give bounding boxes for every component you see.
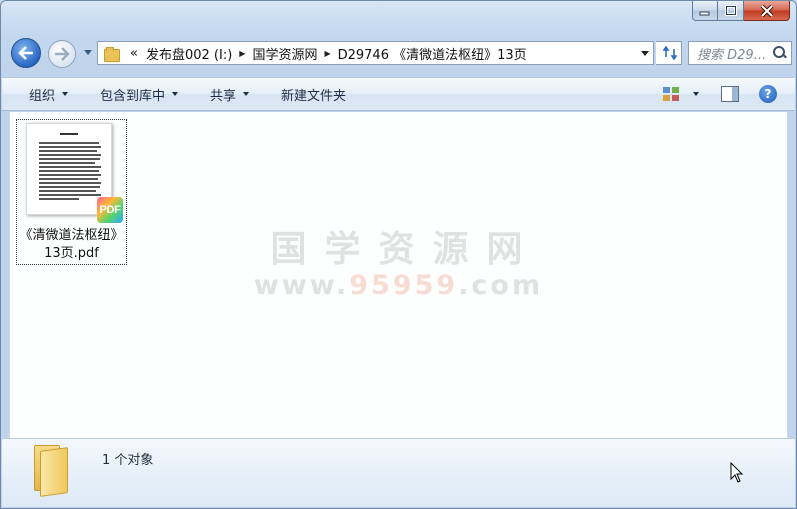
explorer-window: « 发布盘002 (I:) ▶ 国学资源网 ▶ D29746 《清微道法枢纽》1… xyxy=(0,0,797,509)
maximize-icon xyxy=(724,5,737,16)
chevron-down-icon xyxy=(693,92,699,96)
back-arrow-icon xyxy=(18,46,33,60)
search-input[interactable]: 搜索 D29... xyxy=(688,41,792,65)
include-in-library-menu[interactable]: 包含到库中 xyxy=(90,78,188,110)
details-pane: 1 个对象 xyxy=(2,438,795,507)
folder-icon xyxy=(104,46,120,62)
pdf-file-icon: PDF xyxy=(97,197,123,223)
organize-label: 组织 xyxy=(29,88,56,104)
item-count-status: 1 个对象 xyxy=(102,453,154,468)
breadcrumb-drive[interactable]: 发布盘002 (I:) xyxy=(142,44,236,63)
organize-menu[interactable]: 组织 xyxy=(2,78,78,110)
file-item[interactable]: PDF 《清微道法枢纽》13页.pdf xyxy=(16,119,127,265)
maximize-button[interactable] xyxy=(718,1,744,21)
mouse-cursor-icon xyxy=(730,462,744,483)
breadcrumb-overflow[interactable]: « xyxy=(126,46,142,61)
new-folder-label: 新建文件夹 xyxy=(281,88,347,104)
minimize-icon xyxy=(699,11,710,15)
recent-pages-dropdown[interactable] xyxy=(84,50,92,55)
folder-icon xyxy=(34,445,72,497)
file-name[interactable]: 《清微道法枢纽》13页.pdf xyxy=(17,227,126,263)
preview-pane-button[interactable] xyxy=(711,78,749,110)
address-bar[interactable]: « 发布盘002 (I:) ▶ 国学资源网 ▶ D29746 《清微道法枢纽》1… xyxy=(97,41,654,65)
chevron-down-icon xyxy=(243,92,250,96)
preview-pane-icon xyxy=(721,86,739,102)
share-menu[interactable]: 共享 xyxy=(200,78,259,110)
back-button[interactable] xyxy=(11,38,41,68)
include-in-library-label: 包含到库中 xyxy=(100,88,166,104)
chevron-down-icon xyxy=(641,50,649,56)
new-folder-button[interactable]: 新建文件夹 xyxy=(271,78,356,110)
help-button[interactable]: ? xyxy=(749,78,795,110)
search-icon xyxy=(773,46,787,60)
chevron-right-icon[interactable]: ▶ xyxy=(321,49,333,58)
chevron-down-icon xyxy=(62,92,69,96)
caption-buttons xyxy=(692,1,790,21)
change-view-button[interactable] xyxy=(636,78,689,110)
view-options-dropdown[interactable] xyxy=(689,78,711,110)
address-history-dropdown[interactable] xyxy=(637,42,653,64)
close-icon xyxy=(760,4,773,17)
refresh-icon xyxy=(662,46,677,60)
navigation-row: « 发布盘002 (I:) ▶ 国学资源网 ▶ D29746 《清微道法枢纽》1… xyxy=(11,38,792,70)
breadcrumb-current[interactable]: D29746 《清微道法枢纽》13页 xyxy=(334,44,531,63)
forward-button[interactable] xyxy=(48,40,76,68)
close-button[interactable] xyxy=(744,1,790,21)
minimize-button[interactable] xyxy=(692,1,718,21)
help-icon: ? xyxy=(759,85,777,103)
file-list-area[interactable]: 国学资源网 www.95959.com PDF 《清微道法枢纽》13页.pdf xyxy=(9,112,788,438)
forward-arrow-icon xyxy=(55,47,70,61)
share-label: 共享 xyxy=(210,88,237,104)
chevron-right-icon[interactable]: ▶ xyxy=(236,49,248,58)
search-placeholder: 搜索 D29... xyxy=(697,47,767,63)
breadcrumb-folder[interactable]: 国学资源网 xyxy=(248,44,321,63)
watermark-url: www.95959.com xyxy=(253,270,544,301)
chevron-down-icon xyxy=(172,92,179,96)
view-grid-icon xyxy=(663,87,679,101)
command-bar: 组织 包含到库中 共享 新建文件夹 ? xyxy=(2,77,795,111)
refresh-button[interactable] xyxy=(656,41,682,65)
